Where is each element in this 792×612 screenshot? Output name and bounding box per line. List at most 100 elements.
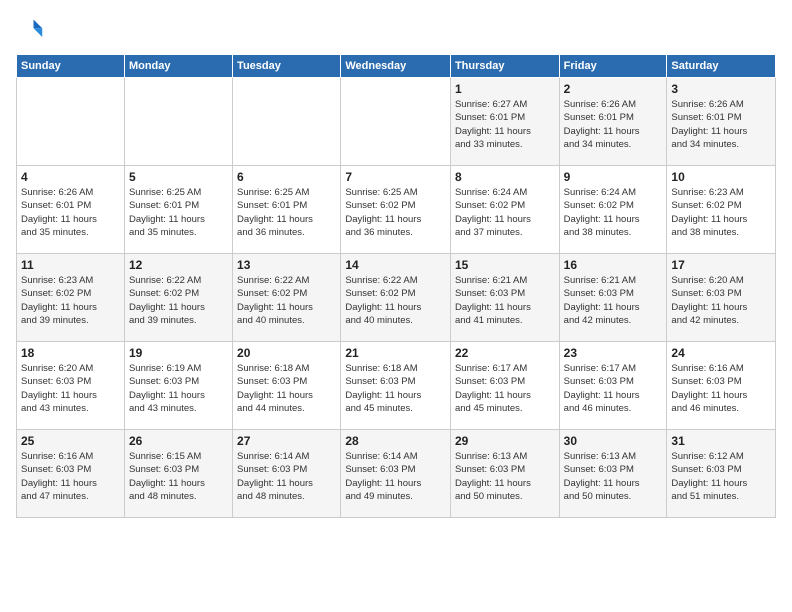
day-info: Sunrise: 6:25 AM Sunset: 6:01 PM Dayligh… bbox=[237, 186, 336, 239]
calendar-cell: 11 Sunrise: 6:23 AM Sunset: 6:02 PM Dayli… bbox=[17, 254, 125, 342]
calendar-cell: 9 Sunrise: 6:24 AM Sunset: 6:02 PM Daylig… bbox=[559, 166, 667, 254]
day-info: Sunrise: 6:17 AM Sunset: 6:03 PM Dayligh… bbox=[455, 362, 555, 415]
day-info: Sunrise: 6:20 AM Sunset: 6:03 PM Dayligh… bbox=[671, 274, 771, 327]
day-info: Sunrise: 6:25 AM Sunset: 6:01 PM Dayligh… bbox=[129, 186, 228, 239]
calendar-cell: 13Sunrise: 6:22 AM Sunset: 6:02 PM Dayli… bbox=[233, 254, 341, 342]
calendar-cell: 23 Sunrise: 6:17 AM Sunset: 6:03 PM Dayli… bbox=[559, 342, 667, 430]
calendar-cell: 15 Sunrise: 6:21 AM Sunset: 6:03 PM Dayli… bbox=[450, 254, 559, 342]
day-number: 31 bbox=[671, 434, 771, 448]
day-number: 22 bbox=[455, 346, 555, 360]
day-of-week-header: Monday bbox=[124, 55, 232, 78]
calendar-cell: 1 Sunrise: 6:27 AM Sunset: 6:01 PM Daylig… bbox=[450, 78, 559, 166]
day-info: Sunrise: 6:22 AM Sunset: 6:02 PM Dayligh… bbox=[345, 274, 446, 327]
day-number: 29 bbox=[455, 434, 555, 448]
day-of-week-header: Sunday bbox=[17, 55, 125, 78]
day-number: 23 bbox=[564, 346, 663, 360]
calendar-cell: 14 Sunrise: 6:22 AM Sunset: 6:02 PM Dayli… bbox=[341, 254, 451, 342]
day-number: 27 bbox=[237, 434, 336, 448]
day-of-week-header: Wednesday bbox=[341, 55, 451, 78]
calendar-week-row: 4Sunrise: 6:26 AM Sunset: 6:01 PM Daylig… bbox=[17, 166, 776, 254]
day-number: 16 bbox=[564, 258, 663, 272]
day-of-week-header: Thursday bbox=[450, 55, 559, 78]
calendar-cell bbox=[17, 78, 125, 166]
calendar-cell: 22 Sunrise: 6:17 AM Sunset: 6:03 PM Dayli… bbox=[450, 342, 559, 430]
calendar-cell: 3 Sunrise: 6:26 AM Sunset: 6:01 PM Daylig… bbox=[667, 78, 776, 166]
day-number: 18 bbox=[21, 346, 120, 360]
day-number: 30 bbox=[564, 434, 663, 448]
day-info: Sunrise: 6:13 AM Sunset: 6:03 PM Dayligh… bbox=[564, 450, 663, 503]
header bbox=[16, 16, 776, 44]
day-info: Sunrise: 6:23 AM Sunset: 6:02 PM Dayligh… bbox=[671, 186, 771, 239]
day-of-week-header: Saturday bbox=[667, 55, 776, 78]
day-info: Sunrise: 6:16 AM Sunset: 6:03 PM Dayligh… bbox=[671, 362, 771, 415]
day-of-week-header: Tuesday bbox=[233, 55, 341, 78]
day-number: 5 bbox=[129, 170, 228, 184]
calendar-cell: 27 Sunrise: 6:14 AM Sunset: 6:03 PM Dayli… bbox=[233, 430, 341, 518]
day-info: Sunrise: 6:12 AM Sunset: 6:03 PM Dayligh… bbox=[671, 450, 771, 503]
day-number: 2 bbox=[564, 82, 663, 96]
day-number: 12 bbox=[129, 258, 228, 272]
day-number: 9 bbox=[564, 170, 663, 184]
day-info: Sunrise: 6:17 AM Sunset: 6:03 PM Dayligh… bbox=[564, 362, 663, 415]
calendar-cell: 6Sunrise: 6:25 AM Sunset: 6:01 PM Daylig… bbox=[233, 166, 341, 254]
calendar-cell: 5 Sunrise: 6:25 AM Sunset: 6:01 PM Daylig… bbox=[124, 166, 232, 254]
day-info: Sunrise: 6:14 AM Sunset: 6:03 PM Dayligh… bbox=[345, 450, 446, 503]
day-info: Sunrise: 6:18 AM Sunset: 6:03 PM Dayligh… bbox=[345, 362, 446, 415]
calendar-cell: 25 Sunrise: 6:16 AM Sunset: 6:03 PM Dayli… bbox=[17, 430, 125, 518]
calendar-cell: 2Sunrise: 6:26 AM Sunset: 6:01 PM Daylig… bbox=[559, 78, 667, 166]
day-info: Sunrise: 6:14 AM Sunset: 6:03 PM Dayligh… bbox=[237, 450, 336, 503]
day-info: Sunrise: 6:24 AM Sunset: 6:02 PM Dayligh… bbox=[455, 186, 555, 239]
day-info: Sunrise: 6:23 AM Sunset: 6:02 PM Dayligh… bbox=[21, 274, 120, 327]
logo-icon bbox=[16, 16, 44, 44]
calendar-cell: 20 Sunrise: 6:18 AM Sunset: 6:03 PM Dayli… bbox=[233, 342, 341, 430]
day-of-week-header: Friday bbox=[559, 55, 667, 78]
day-number: 7 bbox=[345, 170, 446, 184]
calendar-cell: 31 Sunrise: 6:12 AM Sunset: 6:03 PM Dayli… bbox=[667, 430, 776, 518]
day-info: Sunrise: 6:21 AM Sunset: 6:03 PM Dayligh… bbox=[455, 274, 555, 327]
calendar-cell: 16 Sunrise: 6:21 AM Sunset: 6:03 PM Dayli… bbox=[559, 254, 667, 342]
day-number: 8 bbox=[455, 170, 555, 184]
calendar-cell: 12 Sunrise: 6:22 AM Sunset: 6:02 PM Dayli… bbox=[124, 254, 232, 342]
calendar-cell bbox=[341, 78, 451, 166]
logo bbox=[16, 16, 48, 44]
day-info: Sunrise: 6:22 AM Sunset: 6:02 PM Dayligh… bbox=[129, 274, 228, 327]
calendar-cell: 19Sunrise: 6:19 AM Sunset: 6:03 PM Dayli… bbox=[124, 342, 232, 430]
day-info: Sunrise: 6:18 AM Sunset: 6:03 PM Dayligh… bbox=[237, 362, 336, 415]
day-info: Sunrise: 6:21 AM Sunset: 6:03 PM Dayligh… bbox=[564, 274, 663, 327]
day-number: 14 bbox=[345, 258, 446, 272]
day-info: Sunrise: 6:13 AM Sunset: 6:03 PM Dayligh… bbox=[455, 450, 555, 503]
calendar-cell: 17 Sunrise: 6:20 AM Sunset: 6:03 PM Dayli… bbox=[667, 254, 776, 342]
day-info: Sunrise: 6:26 AM Sunset: 6:01 PM Dayligh… bbox=[671, 98, 771, 151]
day-number: 26 bbox=[129, 434, 228, 448]
day-number: 17 bbox=[671, 258, 771, 272]
day-number: 21 bbox=[345, 346, 446, 360]
calendar-week-row: 25 Sunrise: 6:16 AM Sunset: 6:03 PM Dayli… bbox=[17, 430, 776, 518]
calendar-cell: 24 Sunrise: 6:16 AM Sunset: 6:03 PM Dayli… bbox=[667, 342, 776, 430]
day-info: Sunrise: 6:24 AM Sunset: 6:02 PM Dayligh… bbox=[564, 186, 663, 239]
day-info: Sunrise: 6:20 AM Sunset: 6:03 PM Dayligh… bbox=[21, 362, 120, 415]
calendar-cell: 18 Sunrise: 6:20 AM Sunset: 6:03 PM Dayli… bbox=[17, 342, 125, 430]
calendar-cell: 7 Sunrise: 6:25 AM Sunset: 6:02 PM Daylig… bbox=[341, 166, 451, 254]
calendar: SundayMondayTuesdayWednesdayThursdayFrid… bbox=[16, 54, 776, 518]
day-number: 20 bbox=[237, 346, 336, 360]
calendar-cell bbox=[233, 78, 341, 166]
day-info: Sunrise: 6:27 AM Sunset: 6:01 PM Dayligh… bbox=[455, 98, 555, 151]
day-info: Sunrise: 6:25 AM Sunset: 6:02 PM Dayligh… bbox=[345, 186, 446, 239]
day-number: 3 bbox=[671, 82, 771, 96]
calendar-cell: 8 Sunrise: 6:24 AM Sunset: 6:02 PM Daylig… bbox=[450, 166, 559, 254]
calendar-cell: 21 Sunrise: 6:18 AM Sunset: 6:03 PM Dayli… bbox=[341, 342, 451, 430]
day-number: 11 bbox=[21, 258, 120, 272]
day-number: 1 bbox=[455, 82, 555, 96]
day-number: 25 bbox=[21, 434, 120, 448]
day-number: 10 bbox=[671, 170, 771, 184]
day-number: 28 bbox=[345, 434, 446, 448]
day-number: 24 bbox=[671, 346, 771, 360]
day-info: Sunrise: 6:16 AM Sunset: 6:03 PM Dayligh… bbox=[21, 450, 120, 503]
day-number: 4 bbox=[21, 170, 120, 184]
day-number: 15 bbox=[455, 258, 555, 272]
day-info: Sunrise: 6:15 AM Sunset: 6:03 PM Dayligh… bbox=[129, 450, 228, 503]
calendar-cell: 28 Sunrise: 6:14 AM Sunset: 6:03 PM Dayli… bbox=[341, 430, 451, 518]
page: SundayMondayTuesdayWednesdayThursdayFrid… bbox=[0, 0, 792, 612]
calendar-week-row: 11 Sunrise: 6:23 AM Sunset: 6:02 PM Dayli… bbox=[17, 254, 776, 342]
day-info: Sunrise: 6:22 AM Sunset: 6:02 PM Dayligh… bbox=[237, 274, 336, 327]
